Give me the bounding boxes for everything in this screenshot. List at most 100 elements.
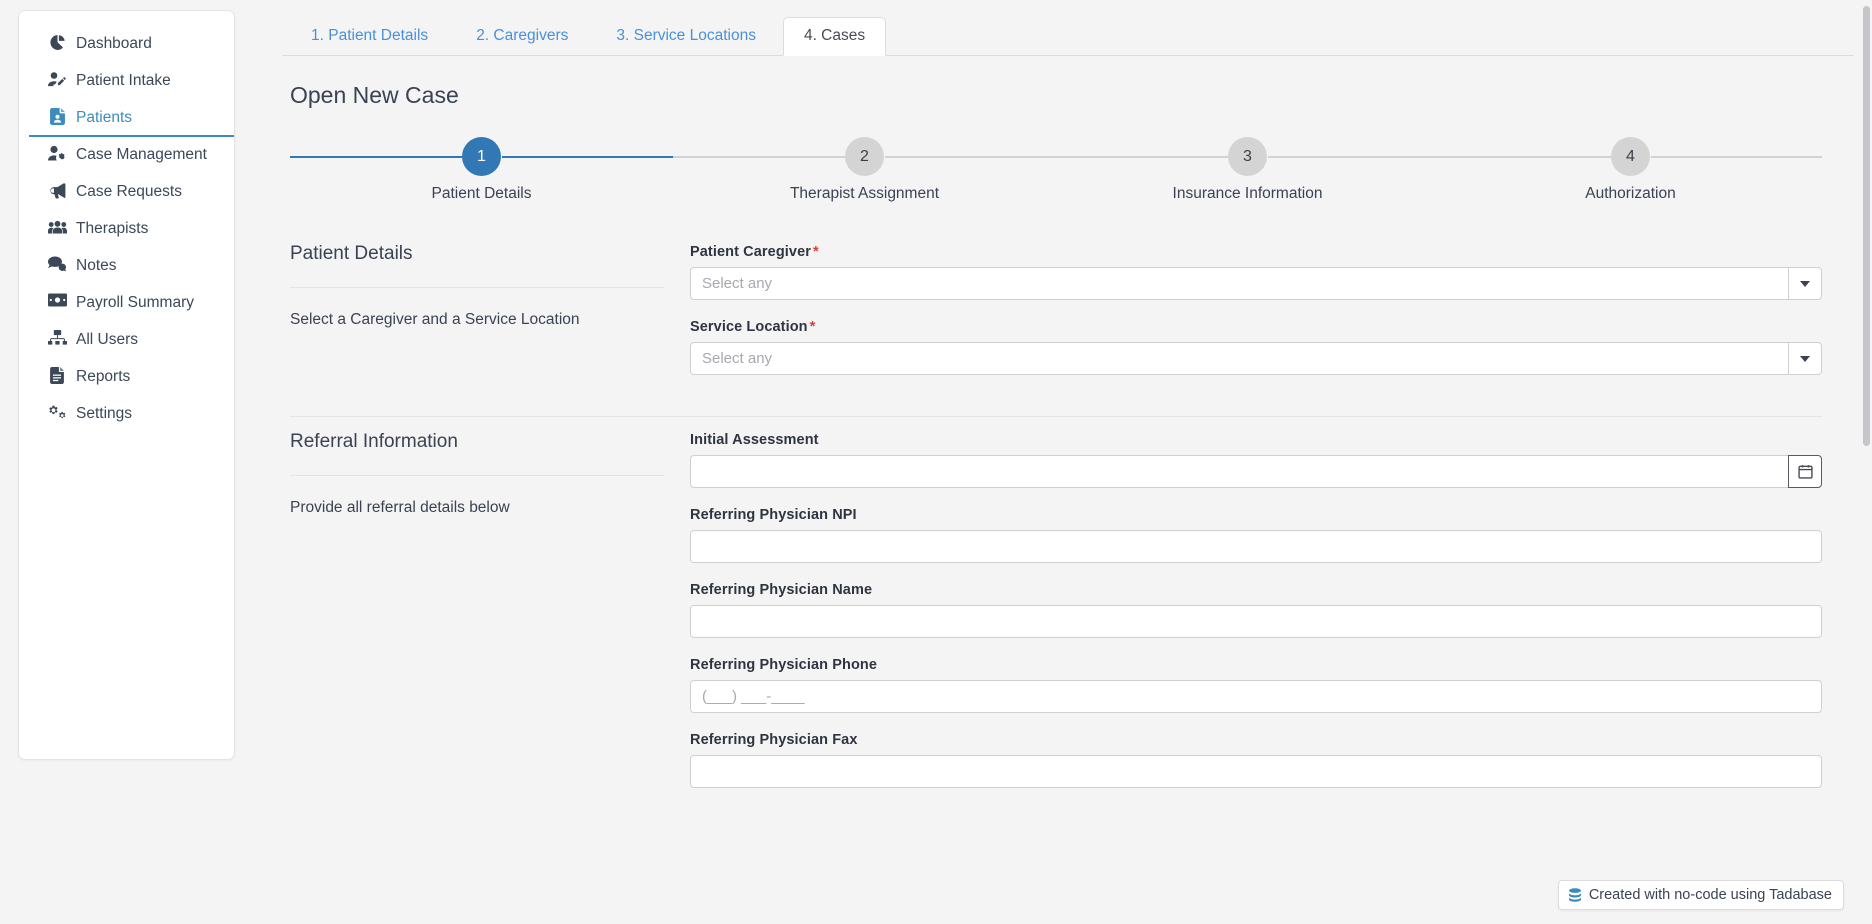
field-control-patient-caregiver [690,267,1822,300]
field-referring-physician-name: Referring Physician Name [690,582,1822,638]
step-number: 4 [1611,137,1650,176]
sidebar-item-reports[interactable]: Reports [19,358,234,395]
field-control-service-location [690,342,1822,375]
field-label-referring-physician-name: Referring Physician Name [690,582,1822,598]
tadabase-badge[interactable]: Created with no-code using Tadabase [1557,880,1844,910]
sidebar-nav: Dashboard Patient Intake Patients Case Mana… [19,25,234,432]
sidebar-item-therapists[interactable]: Therapists [19,210,234,247]
field-initial-assessment: Initial Assessment [690,432,1822,488]
file-lines-icon [47,367,67,384]
tadabase-badge-label: Created with no-code using Tadabase [1588,887,1832,903]
chevron-down-icon[interactable] [1788,267,1822,300]
step-label: Insurance Information [1172,185,1323,202]
tab-2-caregivers[interactable]: 2. Caregivers [455,17,589,56]
form-section: Patient Details Select a Caregiver and a … [290,229,1822,394]
step-connector-left [1439,156,1611,158]
money-bill-icon [47,293,67,307]
sidebar-item-label: Notes [76,257,117,274]
sitemap-users-icon [47,330,67,345]
sidebar-item-notes[interactable]: Notes [19,247,234,284]
page-scrollbar-thumb[interactable] [1863,6,1870,446]
step-connector-right [1267,156,1439,158]
form-section-fields: Initial Assessment Referring Physician NP… [690,431,1822,807]
field-label-referring-physician-npi: Referring Physician NPI [690,507,1822,523]
tab-3-service-locations[interactable]: 3. Service Locations [595,17,777,56]
field-label-initial-assessment: Initial Assessment [690,432,1822,448]
input-patient-caregiver[interactable] [690,267,1788,300]
file-user-icon [47,108,67,125]
step-therapist-assignment[interactable]: 2 Therapist Assignment [673,131,1056,203]
sidebar-item-label: Case Requests [76,183,182,200]
user-edit-icon [47,71,67,88]
sidebar-item-label: All Users [76,331,139,348]
input-service-location[interactable] [690,342,1788,375]
sidebar-item-settings[interactable]: Settings [19,395,234,432]
tab-4-cases[interactable]: 4. Cases [782,17,887,56]
sidebar-item-label: Therapists [76,220,149,237]
step-authorization[interactable]: 4 Authorization [1439,131,1822,203]
input-referring-physician-phone[interactable] [690,680,1822,713]
sidebar-item-case-requests[interactable]: Case Requests [19,173,234,210]
form-section-header: Referral Information Provide all referral… [290,431,690,807]
form-section: Referral Information Provide all referral… [290,417,1822,807]
calendar-icon[interactable] [1788,455,1822,488]
step-number: 3 [1228,137,1267,176]
page-title: Open New Case [290,82,459,108]
input-referring-physician-npi[interactable] [690,530,1822,563]
field-referring-physician-npi: Referring Physician NPI [690,507,1822,563]
field-label-text: Initial Assessment [690,432,819,448]
sidebar-item-label: Payroll Summary [76,294,194,311]
main-content: 1. Patient Details 2. Caregivers 3. Servic… [252,0,1862,924]
sidebar-item-label: Case Management [76,146,207,163]
sidebar: Dashboard Patient Intake Patients Case Mana… [18,10,235,760]
field-referring-physician-fax: Referring Physician Fax [690,732,1822,788]
field-service-location: Service Location * [690,319,1822,375]
step-insurance-information[interactable]: 3 Insurance Information [1056,131,1439,203]
step-connector-left [1056,156,1228,158]
step-connector-right [501,156,673,158]
sidebar-item-label: Patients [76,109,133,126]
sidebar-item-label: Dashboard [76,35,152,52]
field-label-referring-physician-phone: Referring Physician Phone [690,657,1822,673]
form-section-title: Patient Details [290,243,664,288]
sidebar-item-label: Patient Intake [76,72,171,89]
step-connector-right [1650,156,1822,158]
field-control-initial-assessment [690,455,1822,488]
step-label: Patient Details [431,185,532,202]
sidebar-item-payroll-summary[interactable]: Payroll Summary [19,284,234,321]
field-label-text: Referring Physician Fax [690,732,858,748]
tab-bar: 1. Patient Details 2. Caregivers 3. Servic… [252,0,1862,56]
sidebar-item-dashboard[interactable]: Dashboard [19,25,234,62]
sidebar-item-patient-intake[interactable]: Patient Intake [19,62,234,99]
form-sections: Patient Details Select a Caregiver and a … [290,229,1822,807]
field-label-text: Referring Physician Name [690,582,873,598]
page-body: Open New Case 1 Patient Details 2 Therapist… [252,56,1862,924]
input-initial-assessment[interactable] [690,455,1788,488]
field-label-patient-caregiver: Patient Caregiver * [690,244,1822,260]
bullhorn-icon [47,182,67,199]
sidebar-item-all-users[interactable]: All Users [19,321,234,358]
form-section-description: Select a Caregiver and a Service Locatio… [290,311,580,328]
input-referring-physician-fax[interactable] [690,755,1822,788]
form-section-description: Provide all referral details below [290,499,510,516]
field-control-referring-physician-phone [690,680,1822,713]
comments-icon [47,256,67,272]
sidebar-item-label: Settings [76,405,133,422]
gears-icon [47,404,67,421]
sidebar-item-case-management[interactable]: Case Management [19,136,234,173]
step-label: Authorization [1585,185,1676,202]
database-icon [1568,887,1582,903]
step-number: 2 [845,137,884,176]
tab-1-patient-details[interactable]: 1. Patient Details [290,17,449,56]
step-patient-details[interactable]: 1 Patient Details [290,131,673,203]
step-connector-left [290,156,462,158]
sidebar-item-patients[interactable]: Patients [19,99,234,137]
step-number: 1 [462,137,501,176]
required-asterisk: * [809,319,816,335]
field-label-referring-physician-fax: Referring Physician Fax [690,732,1822,748]
required-asterisk: * [812,244,819,260]
input-referring-physician-name[interactable] [690,605,1822,638]
chevron-down-icon[interactable] [1788,342,1822,375]
progress-stepper: 1 Patient Details 2 Therapist Assignment 3 In… [290,131,1822,203]
page-scrollbar[interactable] [1862,0,1871,924]
